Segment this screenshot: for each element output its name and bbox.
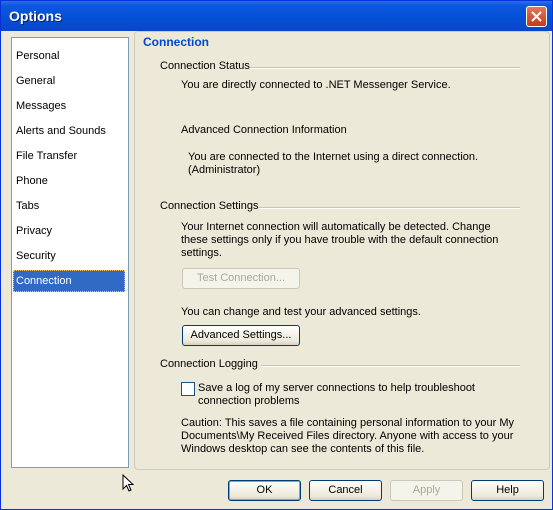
connection-status-heading: Connection Status — [160, 60, 250, 72]
connection-settings-heading: Connection Settings — [160, 200, 259, 212]
nav-item-phone[interactable]: Phone — [13, 170, 125, 192]
caution-line3: Windows desktop can see the contents of … — [181, 443, 425, 455]
status-text: You are directly connected to .NET Messe… — [181, 79, 451, 91]
options-dialog: Options Personal General Messages Alerts… — [0, 0, 553, 510]
nav-item-messages[interactable]: Messages — [13, 95, 125, 117]
close-button[interactable] — [526, 6, 547, 27]
close-icon — [531, 11, 542, 22]
cancel-button[interactable]: Cancel — [309, 480, 382, 501]
separator — [259, 207, 520, 209]
caution-line1: Caution: This saves a file containing pe… — [181, 417, 515, 429]
advanced-info-line1: You are connected to the Internet using … — [188, 151, 479, 163]
apply-button[interactable]: Apply — [390, 480, 463, 501]
save-log-label-line1[interactable]: Save a log of my server connections to h… — [198, 382, 475, 394]
category-list[interactable]: Personal General Messages Alerts and Sou… — [11, 37, 129, 468]
window-title: Options — [9, 8, 62, 24]
title-bar[interactable]: Options — [1, 1, 552, 31]
nav-item-general[interactable]: General — [13, 70, 125, 92]
mouse-cursor-icon — [122, 474, 134, 492]
advanced-settings-text: You can change and test your advanced se… — [181, 306, 421, 318]
settings-text-line2: these settings only if you have trouble … — [181, 234, 499, 246]
nav-item-personal[interactable]: Personal — [13, 45, 125, 67]
test-connection-button[interactable]: Test Connection... — [182, 268, 300, 289]
panel-title: Connection — [143, 35, 209, 49]
ok-button[interactable]: OK — [228, 480, 301, 501]
save-log-label-line2[interactable]: connection problems — [198, 395, 300, 407]
separator — [261, 365, 520, 367]
nav-item-connection[interactable]: Connection — [13, 270, 125, 292]
connection-logging-heading: Connection Logging — [160, 358, 258, 370]
advanced-info-line2: (Administrator) — [188, 164, 261, 176]
dialog-client-area: Personal General Messages Alerts and Sou… — [4, 31, 550, 506]
save-log-checkbox[interactable] — [181, 382, 195, 396]
nav-item-security[interactable]: Security — [13, 245, 125, 267]
advanced-settings-button[interactable]: Advanced Settings... — [182, 325, 300, 346]
nav-item-file-transfer[interactable]: File Transfer — [13, 145, 125, 167]
advanced-info-heading: Advanced Connection Information — [181, 124, 347, 136]
settings-text-line1: Your Internet connection will automatica… — [181, 221, 491, 233]
settings-text-line3: settings. — [181, 247, 222, 259]
nav-item-alerts-and-sounds[interactable]: Alerts and Sounds — [13, 120, 125, 142]
separator — [250, 67, 520, 69]
help-button[interactable]: Help — [471, 480, 544, 501]
caution-line2: Documents\My Received Files directory. A… — [181, 430, 514, 442]
nav-item-tabs[interactable]: Tabs — [13, 195, 125, 217]
nav-item-privacy[interactable]: Privacy — [13, 220, 125, 242]
connection-panel: Connection Connection Status You are dir… — [134, 31, 550, 470]
